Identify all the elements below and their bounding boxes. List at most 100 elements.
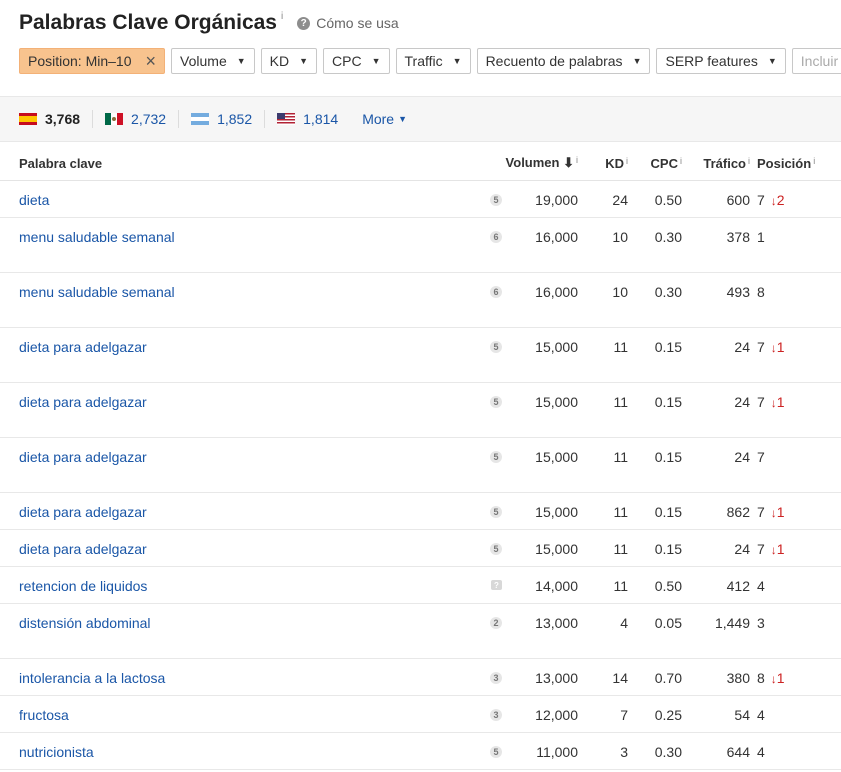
cpc-cell: 0.15 — [628, 437, 682, 493]
include-input[interactable]: Incluir — [791, 48, 841, 74]
info-icon[interactable]: i — [813, 156, 815, 166]
header-cpc[interactable]: CPC i — [628, 146, 682, 181]
serp-features-badge[interactable]: ? — [491, 580, 502, 590]
position-filter-chip[interactable]: Position: Min–10 × — [19, 48, 166, 74]
keyword-link[interactable]: dieta para adelgazar — [19, 504, 147, 520]
country-spain[interactable]: 3,768 — [0, 110, 94, 128]
keyword-cell: fructosa — [0, 695, 472, 733]
keyword-link[interactable]: menu saludable semanal — [19, 229, 175, 245]
mexico-flag-icon — [105, 113, 124, 125]
keyword-cell: retencion de liquidos — [0, 566, 472, 604]
cpc-cell: 0.05 — [628, 603, 682, 659]
volume-cell: 19,000 — [502, 180, 578, 218]
close-icon[interactable]: × — [146, 52, 157, 70]
keywords-table: Palabra clave Volumen ⬇ i KD i CPC i Tráfic… — [0, 146, 841, 770]
serp-features-badge[interactable]: 2 — [490, 617, 502, 629]
header-kd[interactable]: KD i — [578, 146, 628, 181]
serp-features-badge[interactable]: 3 — [490, 672, 502, 684]
serp-features-badge[interactable]: 6 — [490, 231, 502, 243]
table-row: nutricionista 5 11,000 3 0.30 644 4 — [0, 732, 841, 770]
position-value: 7 — [757, 541, 765, 557]
cpc-cell: 0.70 — [628, 658, 682, 696]
table-row: dieta 5 19,000 24 0.50 600 7 ↓2 — [0, 180, 841, 218]
word-count-filter-dropdown[interactable]: Recuento de palabras ▼ — [476, 48, 651, 74]
country-mexico[interactable]: 2,732 — [93, 110, 180, 128]
keyword-link[interactable]: dieta para adelgazar — [19, 449, 147, 465]
header-traffic[interactable]: Tráfico i — [682, 146, 750, 181]
info-icon[interactable]: i — [680, 156, 682, 166]
serp-cell: 5 — [472, 732, 502, 770]
keyword-cell: menu saludable semanal — [0, 217, 472, 273]
serp-features-badge[interactable]: 5 — [490, 746, 502, 758]
cpc-cell: 0.15 — [628, 382, 682, 438]
serp-cell: 5 — [472, 180, 502, 218]
cpc-filter-dropdown[interactable]: CPC ▼ — [323, 48, 390, 74]
country-usa[interactable]: 1,814 — [265, 110, 350, 128]
serp-features-badge[interactable]: 5 — [490, 543, 502, 555]
cpc-cell: 0.50 — [628, 566, 682, 604]
position-value: 3 — [757, 615, 765, 631]
traffic-cell: 378 — [682, 217, 750, 273]
serp-cell: 5 — [472, 327, 502, 383]
position-value: 7 — [757, 192, 765, 208]
keyword-link[interactable]: dieta para adelgazar — [19, 394, 147, 410]
header-keyword[interactable]: Palabra clave — [0, 146, 472, 181]
kd-filter-dropdown[interactable]: KD ▼ — [260, 48, 318, 74]
position-cell: 8 ↓1 — [750, 658, 841, 696]
serp-features-badge[interactable]: 5 — [490, 194, 502, 206]
serp-features-badge[interactable]: 5 — [490, 341, 502, 353]
keyword-link[interactable]: dieta para adelgazar — [19, 339, 147, 355]
position-cell: 3 — [750, 603, 841, 659]
more-countries-button[interactable]: More ▼ — [362, 111, 407, 127]
kd-cell: 11 — [578, 492, 628, 530]
keyword-link[interactable]: fructosa — [19, 707, 69, 723]
keyword-link[interactable]: nutricionista — [19, 744, 94, 760]
keyword-cell: distensión abdominal — [0, 603, 472, 659]
header-serp — [472, 146, 502, 181]
page-header: Palabras Clave Orgánicas i ? Cómo se usa — [19, 8, 399, 38]
header-position[interactable]: Posición i — [750, 146, 841, 181]
serp-features-filter-dropdown[interactable]: SERP features ▼ — [656, 48, 786, 74]
caret-down-icon: ▼ — [371, 56, 381, 66]
table-row: dieta para adelgazar 5 15,000 11 0.15 24 7 ↓1 — [0, 529, 841, 567]
help-link[interactable]: ? Cómo se usa — [297, 15, 399, 31]
serp-cell: ? — [472, 566, 502, 604]
position-cell: 4 — [750, 566, 841, 604]
position-cell: 7 — [750, 437, 841, 493]
keyword-link[interactable]: distensión abdominal — [19, 615, 151, 631]
serp-features-badge[interactable]: 3 — [490, 709, 502, 721]
position-value: 7 — [757, 504, 765, 520]
country-argentina[interactable]: 1,852 — [179, 110, 266, 128]
kd-cell: 10 — [578, 272, 628, 328]
volume-cell: 13,000 — [502, 658, 578, 696]
title-info-icon[interactable]: i — [281, 11, 283, 22]
keyword-link[interactable]: menu saludable semanal — [19, 284, 175, 300]
serp-features-badge[interactable]: 5 — [490, 451, 502, 463]
caret-down-icon: ▼ — [398, 114, 408, 124]
serp-features-badge[interactable]: 5 — [490, 506, 502, 518]
keyword-link[interactable]: dieta — [19, 192, 49, 208]
traffic-cell: 644 — [682, 732, 750, 770]
traffic-cell: 862 — [682, 492, 750, 530]
kd-cell: 4 — [578, 603, 628, 659]
volume-cell: 13,000 — [502, 603, 578, 659]
serp-features-badge[interactable]: 6 — [490, 286, 502, 298]
keyword-link[interactable]: dieta para adelgazar — [19, 541, 147, 557]
keyword-link[interactable]: intolerancia a la lactosa — [19, 670, 165, 686]
info-icon[interactable]: i — [748, 156, 750, 166]
info-icon[interactable]: i — [576, 155, 578, 165]
traffic-cell: 24 — [682, 327, 750, 383]
page-title: Palabras Clave Orgánicas — [19, 11, 277, 34]
volume-filter-dropdown[interactable]: Volume ▼ — [171, 48, 255, 74]
spain-flag-icon — [19, 113, 37, 125]
keyword-cell: nutricionista — [0, 732, 472, 770]
serp-features-badge[interactable]: 5 — [490, 396, 502, 408]
position-value: 7 — [757, 394, 765, 410]
position-cell: 7 ↓1 — [750, 327, 841, 383]
keyword-link[interactable]: retencion de liquidos — [19, 578, 147, 594]
info-icon[interactable]: i — [626, 156, 628, 166]
serp-cell: 6 — [472, 272, 502, 328]
header-volume[interactable]: Volumen ⬇ i — [502, 146, 578, 181]
traffic-filter-dropdown[interactable]: Traffic ▼ — [395, 48, 471, 74]
traffic-cell: 1,449 — [682, 603, 750, 659]
